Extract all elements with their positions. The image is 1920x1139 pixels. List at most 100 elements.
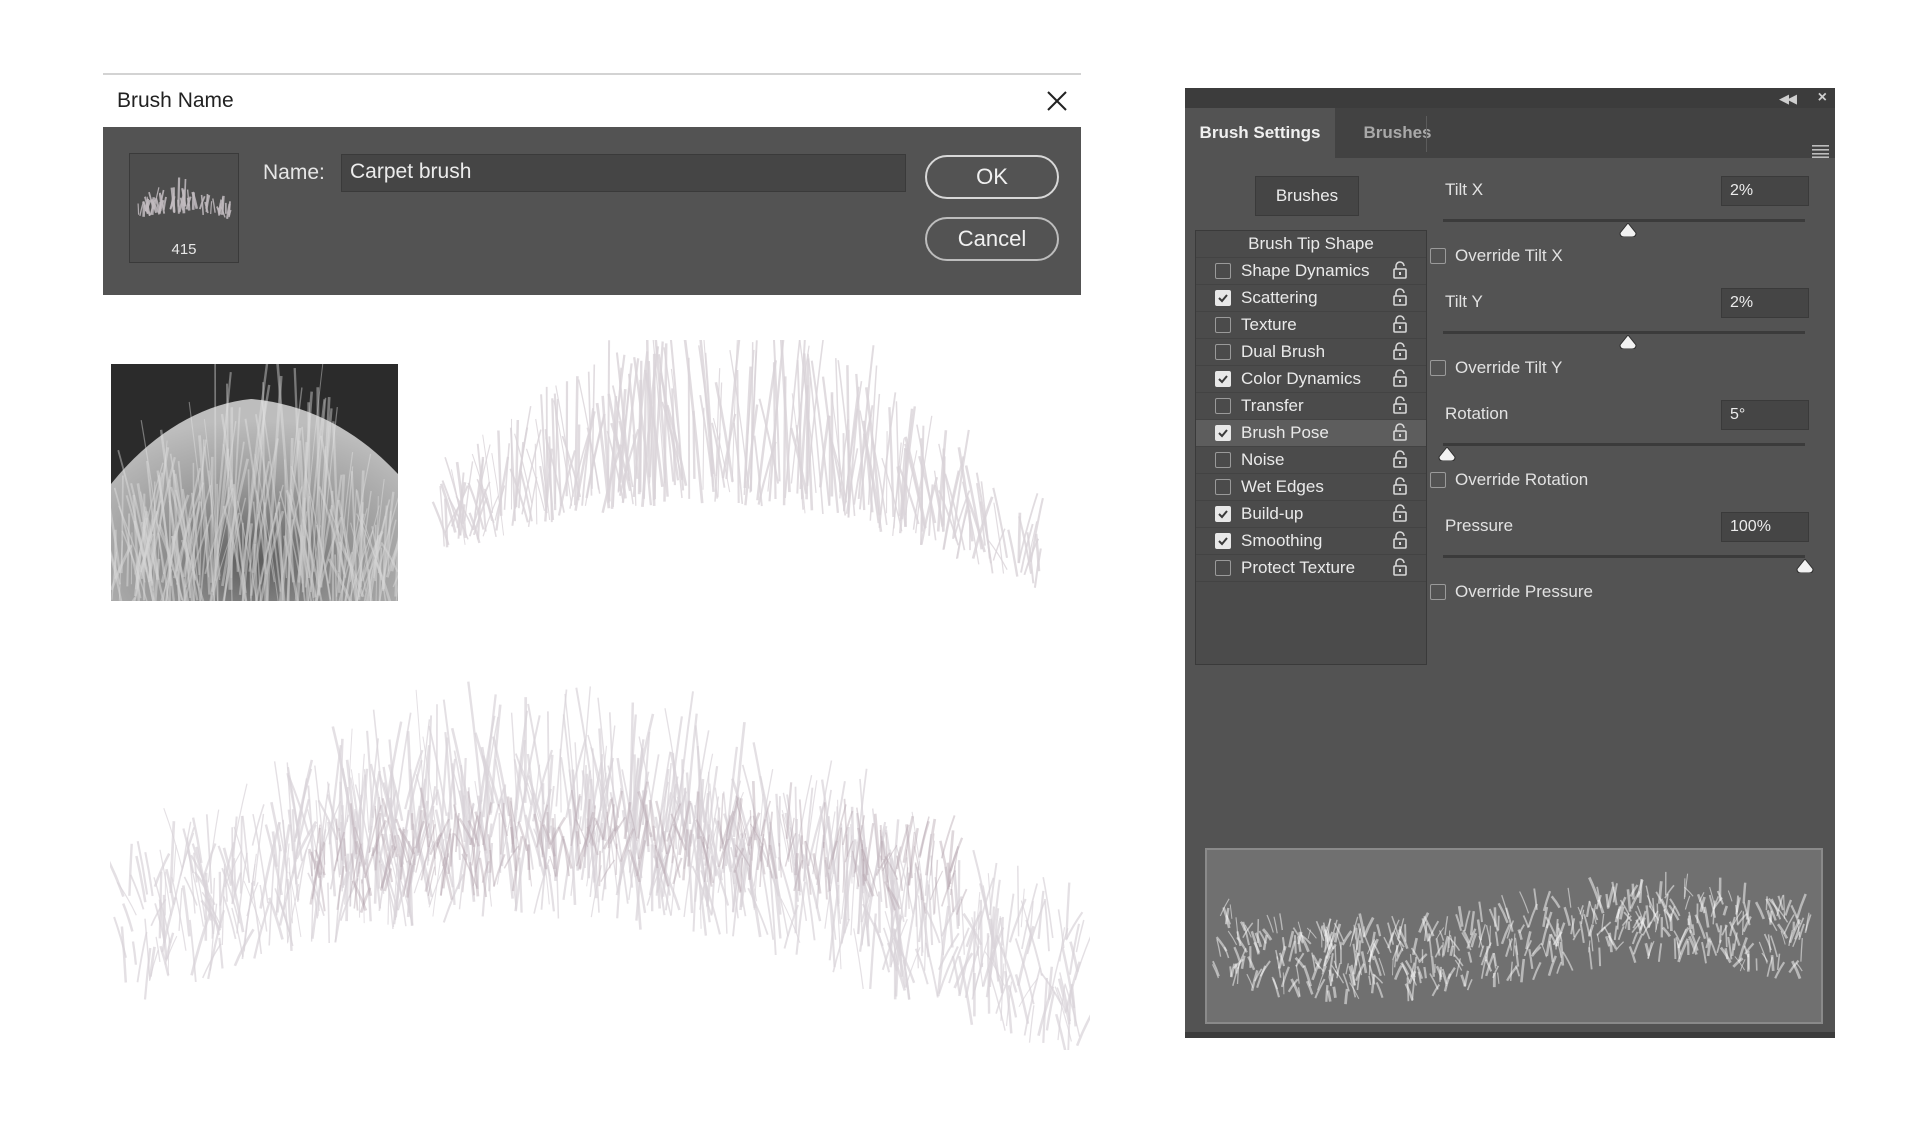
override-rotation-checkbox[interactable] xyxy=(1430,472,1446,488)
override-rotation-label: Override Rotation xyxy=(1455,470,1589,489)
smoothing-checkbox[interactable] xyxy=(1215,533,1231,549)
tilt-y-slider-thumb[interactable] xyxy=(1619,335,1637,349)
lock-icon[interactable] xyxy=(1392,423,1408,441)
brush-size-label: 415 xyxy=(171,241,197,258)
brush-thumbnail-preview xyxy=(137,177,232,219)
list-item-shape-dynamics[interactable]: Shape Dynamics xyxy=(1196,258,1426,285)
list-item-texture[interactable]: Texture xyxy=(1196,312,1426,339)
dual-brush-checkbox[interactable] xyxy=(1215,344,1231,360)
transfer-checkbox[interactable] xyxy=(1215,398,1231,414)
override-tilt-y-label: Override Tilt Y xyxy=(1455,358,1563,377)
lock-icon[interactable] xyxy=(1392,558,1408,576)
tab-brushes[interactable]: Brushes xyxy=(1340,108,1455,158)
tilt-x-slider-thumb[interactable] xyxy=(1619,223,1637,237)
brush-stroke-preview xyxy=(1205,848,1823,1024)
lock-icon[interactable] xyxy=(1392,315,1408,333)
pressure-value[interactable]: 100% xyxy=(1721,512,1809,542)
list-item-label: Transfer xyxy=(1241,396,1304,415)
brush-pose-checkbox[interactable] xyxy=(1215,425,1231,441)
scattering-checkbox[interactable] xyxy=(1215,290,1231,306)
tilt-y-value[interactable]: 2% xyxy=(1721,288,1809,318)
list-item-label: Dual Brush xyxy=(1241,342,1326,361)
lock-icon[interactable] xyxy=(1392,396,1408,414)
pressure-slider[interactable] xyxy=(1443,555,1805,558)
list-item-brush-pose[interactable]: Brush Pose xyxy=(1196,420,1426,447)
lock-icon[interactable] xyxy=(1392,477,1408,495)
cancel-button[interactable]: Cancel xyxy=(925,217,1059,261)
list-item-label: Protect Texture xyxy=(1241,558,1356,577)
list-item-label: Wet Edges xyxy=(1241,477,1324,496)
tilt-y-slider[interactable] xyxy=(1443,331,1805,334)
stroke-preview-image xyxy=(1211,871,1812,1005)
panel-close-icon[interactable]: × xyxy=(1818,89,1827,107)
noise-checkbox[interactable] xyxy=(1215,452,1231,468)
brush-name-dialog: Brush Name 415 Name: Carpet brush OK Can… xyxy=(103,73,1081,295)
dialog-titlebar: Brush Name xyxy=(103,73,1081,127)
shape-dynamics-checkbox[interactable] xyxy=(1215,263,1231,279)
override-tilt-y-checkbox[interactable] xyxy=(1430,360,1446,376)
lock-icon[interactable] xyxy=(1392,288,1408,306)
panel-tabs: Brush Settings Brushes xyxy=(1185,108,1835,158)
list-item-label: Color Dynamics xyxy=(1241,369,1361,388)
list-item-label: Scattering xyxy=(1241,288,1318,307)
list-item-build-up[interactable]: Build-up xyxy=(1196,501,1426,528)
list-item-brush-tip-shape[interactable]: Brush Tip Shape xyxy=(1196,231,1426,258)
list-item-dual-brush[interactable]: Dual Brush xyxy=(1196,339,1426,366)
rotation-slider[interactable] xyxy=(1443,443,1805,446)
list-item-label: Brush Pose xyxy=(1241,423,1329,442)
texture-checkbox[interactable] xyxy=(1215,317,1231,333)
list-item-color-dynamics[interactable]: Color Dynamics xyxy=(1196,366,1426,393)
lock-icon[interactable] xyxy=(1392,531,1408,549)
tab-divider xyxy=(1426,116,1427,152)
override-pressure-label: Override Pressure xyxy=(1455,582,1593,601)
list-item-label: Build-up xyxy=(1241,504,1304,523)
grass-photo xyxy=(111,364,398,601)
wet-edges-checkbox[interactable] xyxy=(1215,479,1231,495)
list-item-scattering[interactable]: Scattering xyxy=(1196,285,1426,312)
list-item-wet-edges[interactable]: Wet Edges xyxy=(1196,474,1426,501)
lock-icon[interactable] xyxy=(1392,342,1408,360)
list-item-transfer[interactable]: Transfer xyxy=(1196,393,1426,420)
brushes-button[interactable]: Brushes xyxy=(1255,176,1359,216)
list-item-smoothing[interactable]: Smoothing xyxy=(1196,528,1426,555)
ok-button[interactable]: OK xyxy=(925,155,1059,199)
list-item-protect-texture[interactable]: Protect Texture xyxy=(1196,555,1426,582)
tilt-x-value[interactable]: 2% xyxy=(1721,176,1809,206)
dialog-body: 415 Name: Carpet brush OK Cancel xyxy=(103,127,1081,295)
override-pressure-checkbox[interactable] xyxy=(1430,584,1446,600)
list-item-label: Noise xyxy=(1241,450,1285,469)
tilt-x-label: Tilt X xyxy=(1445,180,1484,199)
color-dynamics-checkbox[interactable] xyxy=(1215,371,1231,387)
panel-topbar: ◀◀ × xyxy=(1185,88,1835,108)
list-item-label: Brush Tip Shape xyxy=(1248,234,1374,253)
pressure-slider-thumb[interactable] xyxy=(1796,559,1814,573)
panel-menu-icon[interactable] xyxy=(1812,144,1829,158)
name-label: Name: xyxy=(263,161,325,184)
brush-settings-panel: ◀◀ × Brush Settings Brushes Brushes Brus… xyxy=(1185,88,1835,1038)
pressure-label: Pressure xyxy=(1445,516,1514,535)
tilt-x-slider[interactable] xyxy=(1443,219,1805,222)
brush-settings-list: Brush Tip Shape Shape Dynamics Scattering T… xyxy=(1195,230,1427,665)
lock-icon[interactable] xyxy=(1392,504,1408,522)
lock-icon[interactable] xyxy=(1392,369,1408,387)
panel-bottom-bar xyxy=(1185,1032,1835,1038)
rotation-label: Rotation xyxy=(1445,404,1509,423)
brush-thumbnail: 415 xyxy=(129,153,239,263)
rotation-value[interactable]: 5° xyxy=(1721,400,1809,430)
lock-icon[interactable] xyxy=(1392,261,1408,279)
list-item-noise[interactable]: Noise xyxy=(1196,447,1426,474)
build-up-checkbox[interactable] xyxy=(1215,506,1231,522)
tab-brush-settings[interactable]: Brush Settings xyxy=(1185,108,1335,158)
close-icon[interactable] xyxy=(1039,83,1075,119)
brush-name-input[interactable]: Carpet brush xyxy=(341,154,906,192)
dialog-title: Brush Name xyxy=(117,89,234,112)
protect-texture-checkbox[interactable] xyxy=(1215,560,1231,576)
list-item-label: Shape Dynamics xyxy=(1241,261,1370,280)
lock-icon[interactable] xyxy=(1392,450,1408,468)
override-tilt-x-checkbox[interactable] xyxy=(1430,248,1446,264)
tilt-y-label: Tilt Y xyxy=(1445,292,1483,311)
collapse-icon[interactable]: ◀◀ xyxy=(1779,91,1797,107)
rotation-slider-thumb[interactable] xyxy=(1438,447,1456,461)
carpet-stroke-sample xyxy=(110,681,1090,1050)
override-tilt-x-label: Override Tilt X xyxy=(1455,246,1563,265)
